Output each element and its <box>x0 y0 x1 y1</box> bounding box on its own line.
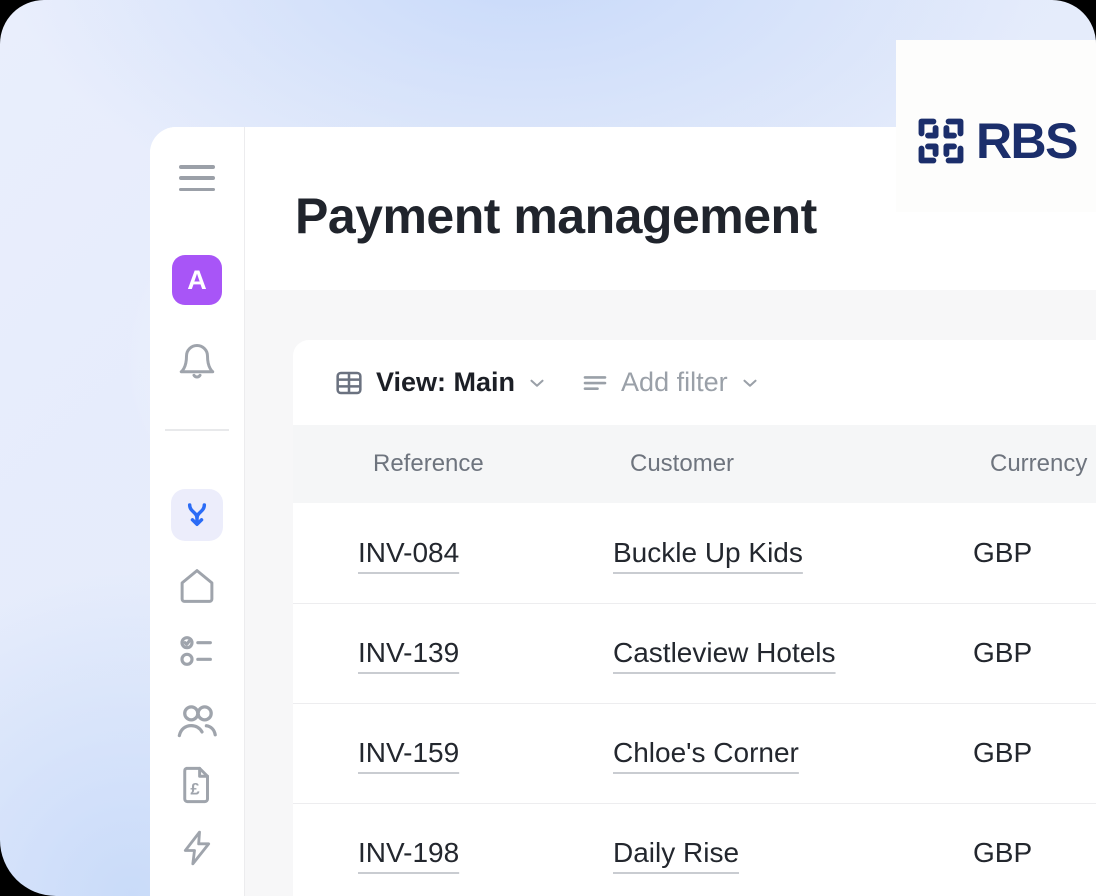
home-icon <box>176 565 218 607</box>
table-row: INV-159 Chloe's Corner GBP <box>293 703 1096 803</box>
sidebar: A <box>150 127 245 896</box>
checklist-icon <box>177 631 217 671</box>
sidebar-item-home[interactable] <box>174 563 220 609</box>
table-header-row: Reference Customer Currency <box>293 425 1096 503</box>
chevron-down-icon <box>739 372 761 394</box>
chevron-down-icon <box>526 372 548 394</box>
table-row: INV-084 Buckle Up Kids GBP <box>293 503 1096 603</box>
sidebar-item-payments[interactable] <box>171 489 223 541</box>
brand-header: RBS <box>896 40 1096 212</box>
table-view-icon <box>333 367 365 399</box>
customer-link[interactable]: Chloe's Corner <box>613 737 799 768</box>
hamburger-menu-icon[interactable] <box>177 163 217 193</box>
sidebar-divider <box>165 429 229 431</box>
content-area: View: Main <box>245 290 1096 896</box>
customer-link[interactable]: Daily Rise <box>613 837 739 868</box>
currency-value: GBP <box>973 737 1032 768</box>
currency-value: GBP <box>973 537 1032 568</box>
filter-lines-icon <box>580 368 610 398</box>
payments-table: Reference Customer Currency INV-084 Buck… <box>293 425 1096 896</box>
invoice-pound-icon: £ <box>176 764 218 806</box>
sidebar-item-invoices[interactable]: £ <box>174 762 220 808</box>
main-area: Payment management <box>245 127 1096 896</box>
reference-link[interactable]: INV-159 <box>358 737 459 768</box>
merge-icon <box>181 499 213 531</box>
add-filter-button[interactable]: Add filter <box>580 367 761 398</box>
avatar-letter: A <box>187 265 207 296</box>
bell-icon[interactable] <box>175 341 219 385</box>
customer-link[interactable]: Castleview Hotels <box>613 637 836 668</box>
users-icon <box>174 698 220 744</box>
view-selector[interactable]: View: Main <box>333 367 548 399</box>
reference-link[interactable]: INV-139 <box>358 637 459 668</box>
view-selector-label: View: Main <box>376 367 515 398</box>
svg-text:£: £ <box>190 780 200 799</box>
column-header-reference: Reference <box>293 425 613 503</box>
table-card: View: Main <box>293 340 1096 896</box>
app-window: A <box>150 127 1096 896</box>
sidebar-item-tasks[interactable] <box>174 628 220 674</box>
add-filter-label: Add filter <box>621 367 728 398</box>
page-background: RBS A <box>0 0 1096 896</box>
table-toolbar: View: Main <box>293 340 1096 425</box>
workspace-avatar[interactable]: A <box>172 255 222 305</box>
page-title: Payment management <box>295 187 817 245</box>
currency-value: GBP <box>973 837 1032 868</box>
customer-link[interactable]: Buckle Up Kids <box>613 537 803 568</box>
sidebar-item-actions[interactable] <box>174 825 220 871</box>
lightning-icon <box>177 828 217 868</box>
table-row: INV-139 Castleview Hotels GBP <box>293 603 1096 703</box>
column-header-customer: Customer <box>613 425 973 503</box>
currency-value: GBP <box>973 637 1032 668</box>
column-header-currency: Currency <box>973 425 1096 503</box>
reference-link[interactable]: INV-084 <box>358 537 459 568</box>
table-row: INV-198 Daily Rise GBP <box>293 803 1096 896</box>
reference-link[interactable]: INV-198 <box>358 837 459 868</box>
rbs-daisy-logo-icon <box>915 115 967 167</box>
sidebar-item-customers[interactable] <box>174 698 220 744</box>
brand-name: RBS <box>976 112 1077 170</box>
